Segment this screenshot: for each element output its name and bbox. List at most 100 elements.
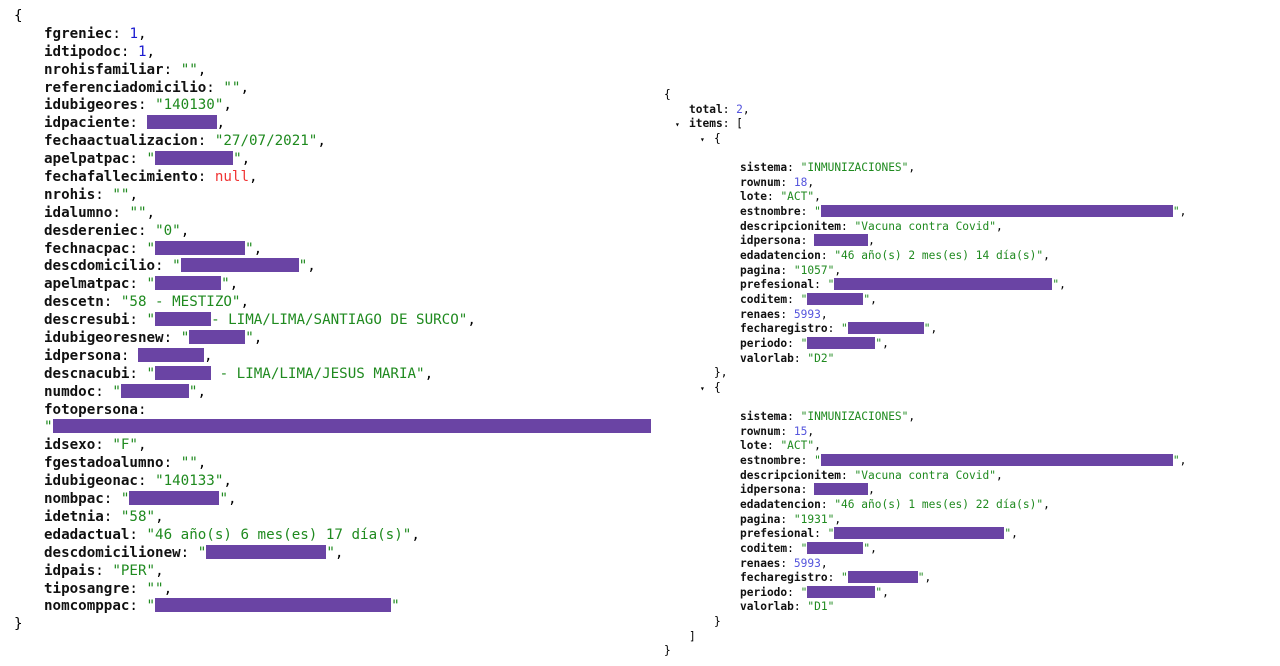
json-value: "INMUNIZACIONES" [800,410,909,424]
json-line: descripcionitem: "Vacuna contra Covid", [740,468,1003,482]
json-key: coditem [740,541,788,555]
json-line: idalumno: "", [44,204,156,221]
json-line: sistema: "INMUNIZACIONES", [740,161,916,175]
quote-mark: " [827,527,835,541]
collapse-toggle-icon[interactable]: ▾ [700,133,714,148]
json-key: lote [740,439,767,453]
json-value: "D1" [807,600,835,614]
collapse-toggle-icon[interactable]: ▾ [700,382,714,397]
json-key: valorlab [740,600,794,614]
json-line: idubigeores: "140130", [44,97,232,114]
json-line: fecharegistro: " ", [740,571,932,585]
json-line: }, [664,366,1186,381]
json-line: nomcomppac: " " [44,598,400,615]
json-key: items [689,117,723,131]
quote-mark: " [120,491,130,508]
redacted-value [807,336,876,349]
json-key: pagina [740,263,781,277]
json-line: numdoc: " ", [44,383,206,400]
json-key: fgreniec [44,25,113,42]
json-line: fechaactualizacion: "27/07/2021", [44,133,326,150]
redacted-value [120,383,189,398]
quote-mark: " [326,544,335,561]
json-value: 15 [793,424,808,438]
json-line: descresubi: " - LIMA/LIMA/SANTIAGO DE SUR… [44,312,476,329]
json-value: 5993 [793,307,821,321]
json-line: idtipodoc: 1, [44,43,156,60]
json-value: "46 año(s) 6 mes(es) 17 día(s)" [146,526,412,543]
redacted-value [129,491,220,506]
json-line: ▾{ [664,381,1186,396]
json-value: "Vacuna contra Covid" [854,468,996,482]
json-key: edadatencion [740,497,821,511]
redacted-value [155,598,392,613]
json-line: idpaciente: , [44,115,226,132]
json-key: fecharegistro [740,322,828,336]
json-line: nombpac: " ", [44,491,237,508]
redacted-value [814,483,869,496]
json-key: idpersona [44,347,121,364]
json-line: descripcionitem: "Vacuna contra Covid", [740,219,1003,233]
json-key: descnacubi [44,365,130,382]
json-line: descnacubi: " - LIMA/LIMA/JESUS MARIA", [44,365,434,382]
quote-mark: " [146,365,156,382]
json-value: "" [129,204,147,221]
json-line: idubigeonac: "140133", [44,473,232,490]
quote-mark: " [814,205,821,219]
json-line: periodo: " ", [740,585,889,599]
quote-mark: " [188,383,198,400]
quote-mark: " [245,330,254,347]
json-key: idpersona [740,483,801,497]
json-value: null [214,169,250,186]
left-open-brace: { [14,8,651,26]
json-line: renaes: 5993, [740,556,828,570]
json-line: coditem: " ", [740,292,877,306]
json-line: ] [664,630,1186,645]
json-value: "INMUNIZACIONES" [800,161,909,175]
json-key: sistema [740,410,788,424]
json-line: idpais: "PER", [44,562,164,579]
json-key: renaes [740,556,781,570]
json-line: sistema: "INMUNIZACIONES", [740,410,916,424]
quote-mark: " [146,312,156,329]
json-line: fotopersona: [44,401,156,418]
json-viewer-right: {total: 2, ▾ items: [▾{sistema: "INMUNIZAC… [664,88,1186,659]
json-value: "1931" [793,512,835,526]
quote-mark: " [1004,527,1012,541]
bracket: ] [689,629,696,643]
json-key: nomcomppac [44,598,130,615]
json-value: "ACT" [780,439,815,453]
quote-mark: " [814,454,821,468]
quote-mark: " [1172,454,1180,468]
json-line: renaes: 5993, [740,307,828,321]
quote-mark: " [875,336,883,350]
json-key: idpais [44,562,96,579]
json-line: valorlab: "D1" [740,600,835,614]
json-key: nrohisfamiliar [44,61,164,78]
json-value: "58" [120,508,156,525]
redacted-value [820,205,1173,218]
json-key: descetn [44,294,104,311]
json-line: pagina: "1931", [740,512,842,526]
json-line: fgreniec: 1, [44,25,147,42]
brace: { [714,131,721,145]
redacted-value [155,151,234,166]
redacted-value [155,312,212,327]
json-key: nrohis [44,186,96,203]
json-value: "" [112,186,130,203]
quote-mark: " [44,419,53,436]
json-line-blank [664,395,1186,410]
json-line: coditem: " ", [740,541,877,555]
redacted-value [807,292,864,305]
json-key: rownum [740,424,781,438]
json-key: idetnia [44,508,104,525]
json-value: "27/07/2021" [214,133,318,150]
redacted-value [137,347,204,362]
brace: } [664,644,671,658]
redacted-value [180,258,299,273]
collapse-toggle-icon[interactable]: ▾ [675,118,689,133]
redacted-value [155,276,222,291]
json-key: fotopersona [44,401,138,418]
json-line: descdomicilionew: " ", [44,544,344,561]
json-key: descresubi [44,312,130,329]
